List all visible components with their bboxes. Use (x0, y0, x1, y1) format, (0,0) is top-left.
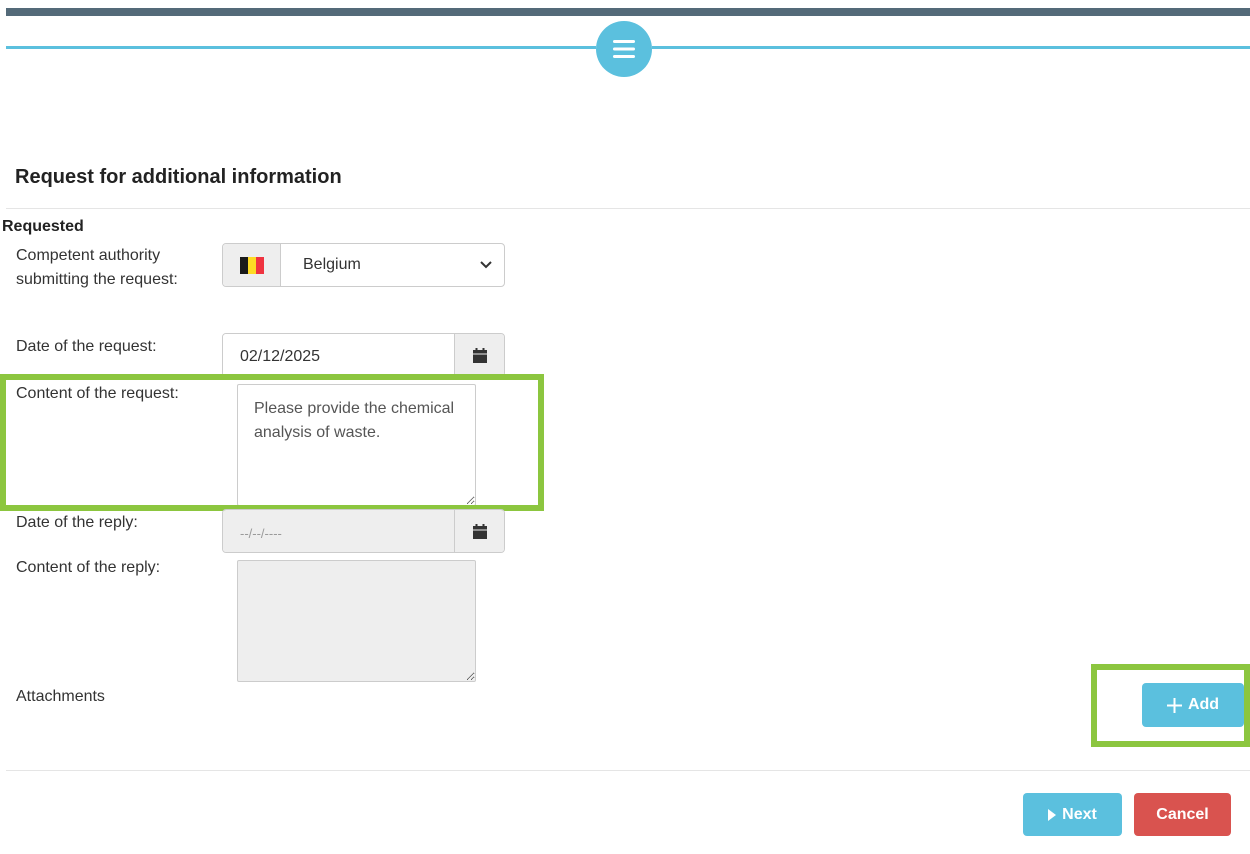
flag-addon (223, 244, 281, 286)
progress-line (652, 46, 1250, 49)
reply-date-input (223, 510, 454, 552)
add-attachment-button[interactable]: Add (1142, 683, 1244, 727)
request-date-group (222, 333, 505, 377)
request-content-textarea[interactable]: Please provide the chemical analysis of … (237, 384, 476, 506)
caret-right-icon (1048, 808, 1057, 821)
progress-line (6, 46, 596, 49)
reply-date-calendar-button[interactable] (454, 510, 504, 552)
request-content-label: Content of the request: (16, 385, 179, 402)
plus-icon (1166, 697, 1182, 713)
next-button[interactable]: Next (1023, 793, 1122, 836)
attachments-label: Attachments (16, 688, 105, 705)
belgium-flag-icon (239, 256, 264, 274)
authority-select-value[interactable]: Belgium (281, 244, 504, 286)
divider (6, 770, 1250, 771)
authority-label: Competent authority submitting the reque… (16, 247, 178, 288)
menu-step-button[interactable] (596, 21, 652, 77)
cancel-button[interactable]: Cancel (1134, 793, 1231, 836)
authority-select[interactable]: Belgium (222, 243, 505, 287)
top-bar (6, 8, 1250, 16)
authority-value: Belgium (303, 256, 361, 273)
subsection-title: Requested (2, 218, 84, 235)
request-date-input[interactable] (223, 334, 454, 376)
cancel-label: Cancel (1156, 805, 1209, 823)
hamburger-icon (613, 40, 635, 58)
reply-content-label: Content of the reply: (16, 559, 161, 576)
calendar-icon (472, 523, 487, 539)
chevron-down-icon (480, 261, 492, 269)
divider (6, 208, 1250, 209)
reply-date-label: Date of the reply: (16, 514, 138, 531)
section-title: Request for additional information (15, 166, 342, 188)
reply-content-textarea (237, 560, 476, 682)
add-label: Add (1187, 696, 1220, 713)
reply-date-group (222, 509, 505, 553)
request-date-label: Date of the request: (16, 338, 157, 355)
request-date-calendar-button[interactable] (454, 334, 504, 376)
next-label: Next (1062, 805, 1097, 823)
calendar-icon (472, 347, 487, 363)
page: Request for additional information Reque… (0, 0, 1250, 854)
